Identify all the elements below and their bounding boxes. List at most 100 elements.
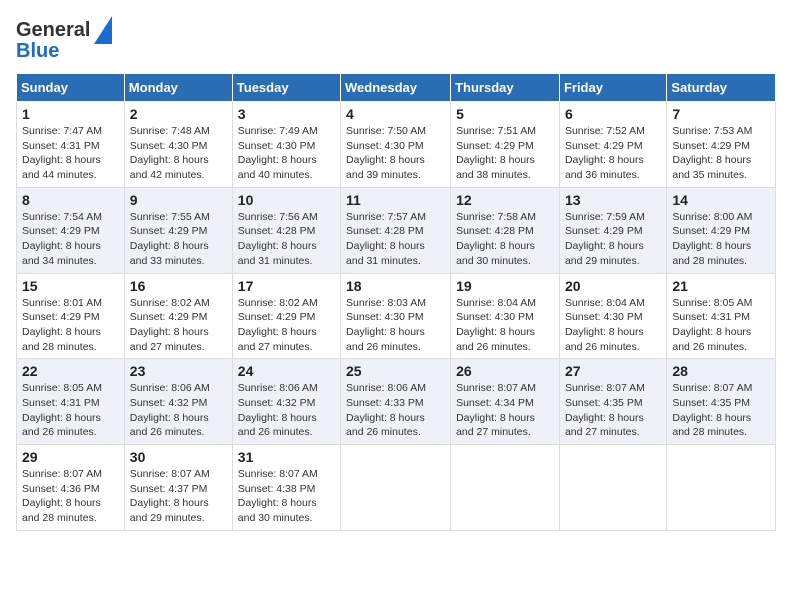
calendar-cell: 19 Sunrise: 8:04 AMSunset: 4:30 PMDayligh…	[451, 273, 560, 359]
calendar-cell: 27 Sunrise: 8:07 AMSunset: 4:35 PMDayligh…	[559, 359, 666, 445]
day-number: 23	[130, 363, 227, 379]
logo-triangle-icon	[94, 16, 112, 44]
day-number: 3	[238, 106, 335, 122]
day-info: Sunrise: 7:57 AMSunset: 4:28 PMDaylight:…	[346, 210, 445, 269]
day-number: 10	[238, 192, 335, 208]
day-info: Sunrise: 8:07 AMSunset: 4:38 PMDaylight:…	[238, 467, 335, 526]
day-info: Sunrise: 7:56 AMSunset: 4:28 PMDaylight:…	[238, 210, 335, 269]
day-number: 17	[238, 278, 335, 294]
day-info: Sunrise: 8:04 AMSunset: 4:30 PMDaylight:…	[456, 296, 554, 355]
day-info: Sunrise: 8:07 AMSunset: 4:34 PMDaylight:…	[456, 381, 554, 440]
day-info: Sunrise: 8:07 AMSunset: 4:35 PMDaylight:…	[565, 381, 661, 440]
column-header-tuesday: Tuesday	[232, 74, 340, 102]
calendar-cell: 26 Sunrise: 8:07 AMSunset: 4:34 PMDayligh…	[451, 359, 560, 445]
day-number: 19	[456, 278, 554, 294]
day-info: Sunrise: 7:55 AMSunset: 4:29 PMDaylight:…	[130, 210, 227, 269]
calendar-cell: 28Sunrise: 8:07 AMSunset: 4:35 PMDayligh…	[667, 359, 776, 445]
day-info: Sunrise: 8:03 AMSunset: 4:30 PMDaylight:…	[346, 296, 445, 355]
day-info: Sunrise: 8:07 AMSunset: 4:37 PMDaylight:…	[130, 467, 227, 526]
day-info: Sunrise: 7:51 AMSunset: 4:29 PMDaylight:…	[456, 124, 554, 183]
logo-blue-text: Blue	[16, 40, 59, 63]
calendar-week-row: 15 Sunrise: 8:01 AMSunset: 4:29 PMDayligh…	[17, 273, 776, 359]
day-info: Sunrise: 7:54 AMSunset: 4:29 PMDaylight:…	[22, 210, 119, 269]
calendar-cell	[667, 445, 776, 531]
day-number: 13	[565, 192, 661, 208]
calendar-cell: 21Sunrise: 8:05 AMSunset: 4:31 PMDayligh…	[667, 273, 776, 359]
day-info: Sunrise: 7:49 AMSunset: 4:30 PMDaylight:…	[238, 124, 335, 183]
calendar-cell: 10 Sunrise: 7:56 AMSunset: 4:28 PMDayligh…	[232, 187, 340, 273]
day-number: 25	[346, 363, 445, 379]
calendar-cell: 23 Sunrise: 8:06 AMSunset: 4:32 PMDayligh…	[124, 359, 232, 445]
calendar-week-row: 29 Sunrise: 8:07 AMSunset: 4:36 PMDayligh…	[17, 445, 776, 531]
day-info: Sunrise: 7:58 AMSunset: 4:28 PMDaylight:…	[456, 210, 554, 269]
calendar-cell	[559, 445, 666, 531]
logo: General Blue	[16, 16, 112, 63]
calendar-cell: 3 Sunrise: 7:49 AMSunset: 4:30 PMDaylight…	[232, 102, 340, 188]
calendar-cell: 12 Sunrise: 7:58 AMSunset: 4:28 PMDayligh…	[451, 187, 560, 273]
calendar-cell: 1 Sunrise: 7:47 AMSunset: 4:31 PMDaylight…	[17, 102, 125, 188]
day-number: 18	[346, 278, 445, 294]
day-number: 24	[238, 363, 335, 379]
day-number: 28	[672, 363, 770, 379]
day-info: Sunrise: 8:05 AMSunset: 4:31 PMDaylight:…	[672, 296, 770, 355]
calendar-week-row: 8 Sunrise: 7:54 AMSunset: 4:29 PMDaylight…	[17, 187, 776, 273]
day-number: 5	[456, 106, 554, 122]
calendar-cell: 5 Sunrise: 7:51 AMSunset: 4:29 PMDaylight…	[451, 102, 560, 188]
calendar-cell: 4 Sunrise: 7:50 AMSunset: 4:30 PMDaylight…	[341, 102, 451, 188]
calendar-cell: 16Sunrise: 8:02 AMSunset: 4:29 PMDayligh…	[124, 273, 232, 359]
day-info: Sunrise: 8:06 AMSunset: 4:33 PMDaylight:…	[346, 381, 445, 440]
calendar-cell: 31 Sunrise: 8:07 AMSunset: 4:38 PMDayligh…	[232, 445, 340, 531]
day-number: 30	[130, 449, 227, 465]
calendar-cell: 13Sunrise: 7:59 AMSunset: 4:29 PMDayligh…	[559, 187, 666, 273]
calendar-cell: 15 Sunrise: 8:01 AMSunset: 4:29 PMDayligh…	[17, 273, 125, 359]
day-info: Sunrise: 7:48 AMSunset: 4:30 PMDaylight:…	[130, 124, 227, 183]
day-info: Sunrise: 7:50 AMSunset: 4:30 PMDaylight:…	[346, 124, 445, 183]
day-number: 31	[238, 449, 335, 465]
day-number: 22	[22, 363, 119, 379]
calendar-cell: 11 Sunrise: 7:57 AMSunset: 4:28 PMDayligh…	[341, 187, 451, 273]
calendar-cell: 25 Sunrise: 8:06 AMSunset: 4:33 PMDayligh…	[341, 359, 451, 445]
calendar-cell	[451, 445, 560, 531]
column-header-saturday: Saturday	[667, 74, 776, 102]
calendar-header-row: SundayMondayTuesdayWednesdayThursdayFrid…	[17, 74, 776, 102]
calendar-cell: 9 Sunrise: 7:55 AMSunset: 4:29 PMDaylight…	[124, 187, 232, 273]
day-info: Sunrise: 8:04 AMSunset: 4:30 PMDaylight:…	[565, 296, 661, 355]
day-number: 8	[22, 192, 119, 208]
calendar-week-row: 1 Sunrise: 7:47 AMSunset: 4:31 PMDaylight…	[17, 102, 776, 188]
calendar-cell: 22 Sunrise: 8:05 AMSunset: 4:31 PMDayligh…	[17, 359, 125, 445]
day-info: Sunrise: 8:07 AMSunset: 4:36 PMDaylight:…	[22, 467, 119, 526]
calendar-cell: 29 Sunrise: 8:07 AMSunset: 4:36 PMDayligh…	[17, 445, 125, 531]
day-number: 4	[346, 106, 445, 122]
day-info: Sunrise: 8:01 AMSunset: 4:29 PMDaylight:…	[22, 296, 119, 355]
calendar-cell: 2Sunrise: 7:48 AMSunset: 4:30 PMDaylight…	[124, 102, 232, 188]
day-info: Sunrise: 7:53 AMSunset: 4:29 PMDaylight:…	[672, 124, 770, 183]
day-info: Sunrise: 8:02 AMSunset: 4:29 PMDaylight:…	[130, 296, 227, 355]
column-header-sunday: Sunday	[17, 74, 125, 102]
calendar-week-row: 22 Sunrise: 8:05 AMSunset: 4:31 PMDayligh…	[17, 359, 776, 445]
day-info: Sunrise: 7:47 AMSunset: 4:31 PMDaylight:…	[22, 124, 119, 183]
day-info: Sunrise: 8:05 AMSunset: 4:31 PMDaylight:…	[22, 381, 119, 440]
calendar-cell: 20Sunrise: 8:04 AMSunset: 4:30 PMDayligh…	[559, 273, 666, 359]
day-number: 26	[456, 363, 554, 379]
day-info: Sunrise: 8:06 AMSunset: 4:32 PMDaylight:…	[130, 381, 227, 440]
column-header-monday: Monday	[124, 74, 232, 102]
column-header-wednesday: Wednesday	[341, 74, 451, 102]
calendar-cell: 6Sunrise: 7:52 AMSunset: 4:29 PMDaylight…	[559, 102, 666, 188]
day-number: 11	[346, 192, 445, 208]
day-number: 6	[565, 106, 661, 122]
calendar-cell: 17Sunrise: 8:02 AMSunset: 4:29 PMDayligh…	[232, 273, 340, 359]
calendar-cell: 18 Sunrise: 8:03 AMSunset: 4:30 PMDayligh…	[341, 273, 451, 359]
page-header: General Blue	[16, 16, 776, 63]
day-number: 29	[22, 449, 119, 465]
calendar-cell: 8 Sunrise: 7:54 AMSunset: 4:29 PMDaylight…	[17, 187, 125, 273]
day-number: 9	[130, 192, 227, 208]
day-number: 14	[672, 192, 770, 208]
column-header-thursday: Thursday	[451, 74, 560, 102]
day-number: 27	[565, 363, 661, 379]
day-number: 12	[456, 192, 554, 208]
calendar-cell: 14Sunrise: 8:00 AMSunset: 4:29 PMDayligh…	[667, 187, 776, 273]
calendar-cell: 30 Sunrise: 8:07 AMSunset: 4:37 PMDayligh…	[124, 445, 232, 531]
calendar-cell: 7Sunrise: 7:53 AMSunset: 4:29 PMDaylight…	[667, 102, 776, 188]
day-number: 1	[22, 106, 119, 122]
day-number: 15	[22, 278, 119, 294]
